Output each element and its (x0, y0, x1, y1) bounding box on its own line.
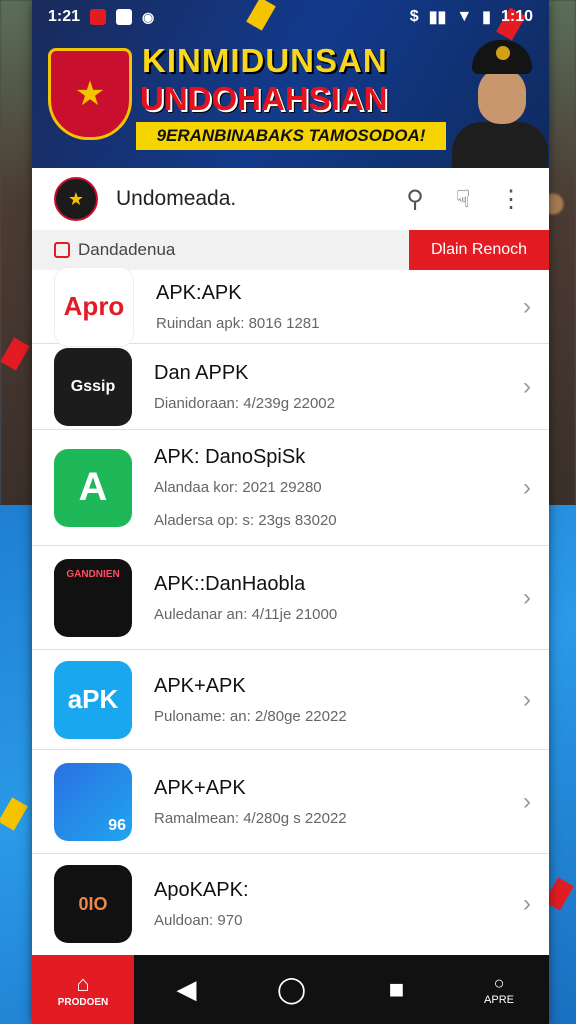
app-icon: 0IO (54, 865, 132, 943)
category-icon (54, 242, 70, 258)
chevron-right-icon: › (523, 685, 531, 713)
app-icon: A (54, 448, 132, 527)
list-item[interactable]: GANDNIEN APK::DanHaobla Auledanar an: 4/… (32, 546, 549, 650)
banner-title: KINMIDUNSAN (142, 42, 388, 79)
app-meta: Auledanar an: 4/11je 21000 (154, 605, 338, 623)
bluetooth-icon: $ (409, 8, 419, 25)
apps-icon: ○ (493, 973, 505, 993)
action-button[interactable]: Dlain Renoch (409, 230, 549, 270)
chevron-right-icon: › (523, 890, 531, 917)
navigation-bar: ⌂ PRODOEN ◀ ◯ ■ ○ APRE (32, 955, 549, 1024)
search-icon[interactable]: ⚲ (399, 183, 431, 215)
home-tab-label: PRODOEN (57, 997, 109, 1008)
banner-subtitle: 9ERANBINABAKS TAMOSODOA! (136, 122, 446, 150)
app-title: ApoKAPK: (154, 879, 249, 901)
signal-icon: ▮▮ (428, 9, 447, 26)
settings-icon: ◉ (142, 8, 155, 25)
chevron-right-icon: › (523, 787, 531, 815)
signal-icon: ▮ (482, 9, 491, 26)
list-item[interactable]: Gssip Dan APPK Dianidoraan: 4/239g 22002… (32, 344, 549, 430)
officer-image (452, 30, 548, 168)
app-title: Undomeada. (116, 187, 237, 210)
notification-icon (90, 9, 107, 25)
wifi-icon: ▼ (456, 8, 473, 25)
app-title: APK: DanoSpiSk (154, 446, 306, 468)
touch-icon[interactable]: ☟ (447, 183, 479, 215)
apps-tab-label: APRE (484, 994, 514, 1006)
recents-button[interactable]: ■ (344, 974, 449, 1005)
list-item[interactable]: A APK: DanoSpiSk Alandaa kor: 2021 29280… (32, 430, 549, 546)
home-icon: ⌂ (76, 971, 90, 996)
app-icon: GANDNIEN (54, 558, 132, 637)
list-item[interactable]: 0IO ApoKAPK: Auldoan: 970 › (32, 854, 549, 954)
chevron-right-icon: › (523, 292, 531, 320)
app-title: APK:APK (156, 281, 242, 304)
crest-emblem: ★ (48, 48, 132, 140)
app-title: APK+APK (154, 674, 246, 697)
home-button[interactable]: ◯ (239, 974, 344, 1005)
app-logo-icon[interactable]: ★ (54, 177, 98, 221)
banner-title-secondary: UNDOHAHSIAN (140, 80, 388, 117)
list-item[interactable]: 96 APK+APK Ramalmean: 4/280g s 22022 › (32, 750, 549, 854)
apps-tab[interactable]: ○ APRE (449, 973, 549, 1006)
app-meta-secondary: Aladersa op: s: 23gs 83020 (154, 512, 337, 529)
notification-icon (116, 9, 133, 25)
app-icon: aPK (54, 660, 132, 739)
app-bar: ★ Undomeada. ⚲ ☟ ⋮ (32, 168, 549, 230)
list-item[interactable]: Apro APK:APK Ruindan apk: 8016 1281 › (32, 266, 549, 347)
app-title: APK+APK (154, 776, 246, 799)
app-icon: 96 (54, 762, 132, 841)
clock: 1:21 (48, 8, 81, 25)
app-title: Dan APPK (154, 361, 249, 384)
clock-right: 1:10 (500, 8, 533, 25)
list-item[interactable]: aPK APK+APK Puloname: an: 2/80ge 22022 › (32, 650, 549, 750)
category-bar: Dandadenua Dlain Renoch (32, 230, 549, 270)
chevron-right-icon: › (523, 583, 531, 611)
phone-screen: ★ KINMIDUNSAN UNDOHAHSIAN 9ERANBINABAKS … (32, 0, 549, 1024)
app-meta: Puloname: an: 2/80ge 22022 (154, 707, 347, 725)
app-meta: Auldoan: 970 (154, 912, 243, 929)
app-title: APK::DanHaobla (154, 572, 306, 595)
home-tab[interactable]: ⌂ PRODOEN (32, 955, 134, 1024)
app-meta: Dianidoraan: 4/239g 22002 (154, 394, 335, 412)
app-list: Apro APK:APK Ruindan apk: 8016 1281 › Gs… (32, 266, 549, 954)
app-icon: Apro (54, 266, 134, 347)
chevron-right-icon: › (523, 473, 531, 501)
app-meta: Ramalmean: 4/280g s 22022 (154, 809, 347, 827)
app-meta: Alandaa kor: 2021 29280 (154, 479, 322, 496)
app-meta: Ruindan apk: 8016 1281 (156, 314, 320, 332)
chevron-right-icon: › (523, 372, 531, 400)
back-button[interactable]: ◀ (134, 974, 239, 1005)
category-label[interactable]: Dandadenua (78, 240, 175, 260)
app-icon: Gssip (54, 347, 132, 426)
more-vert-icon[interactable]: ⋮ (495, 183, 527, 215)
status-bar: 1:21 ◉ $ ▮▮ ▼ ▮ 1:10 (32, 0, 549, 34)
